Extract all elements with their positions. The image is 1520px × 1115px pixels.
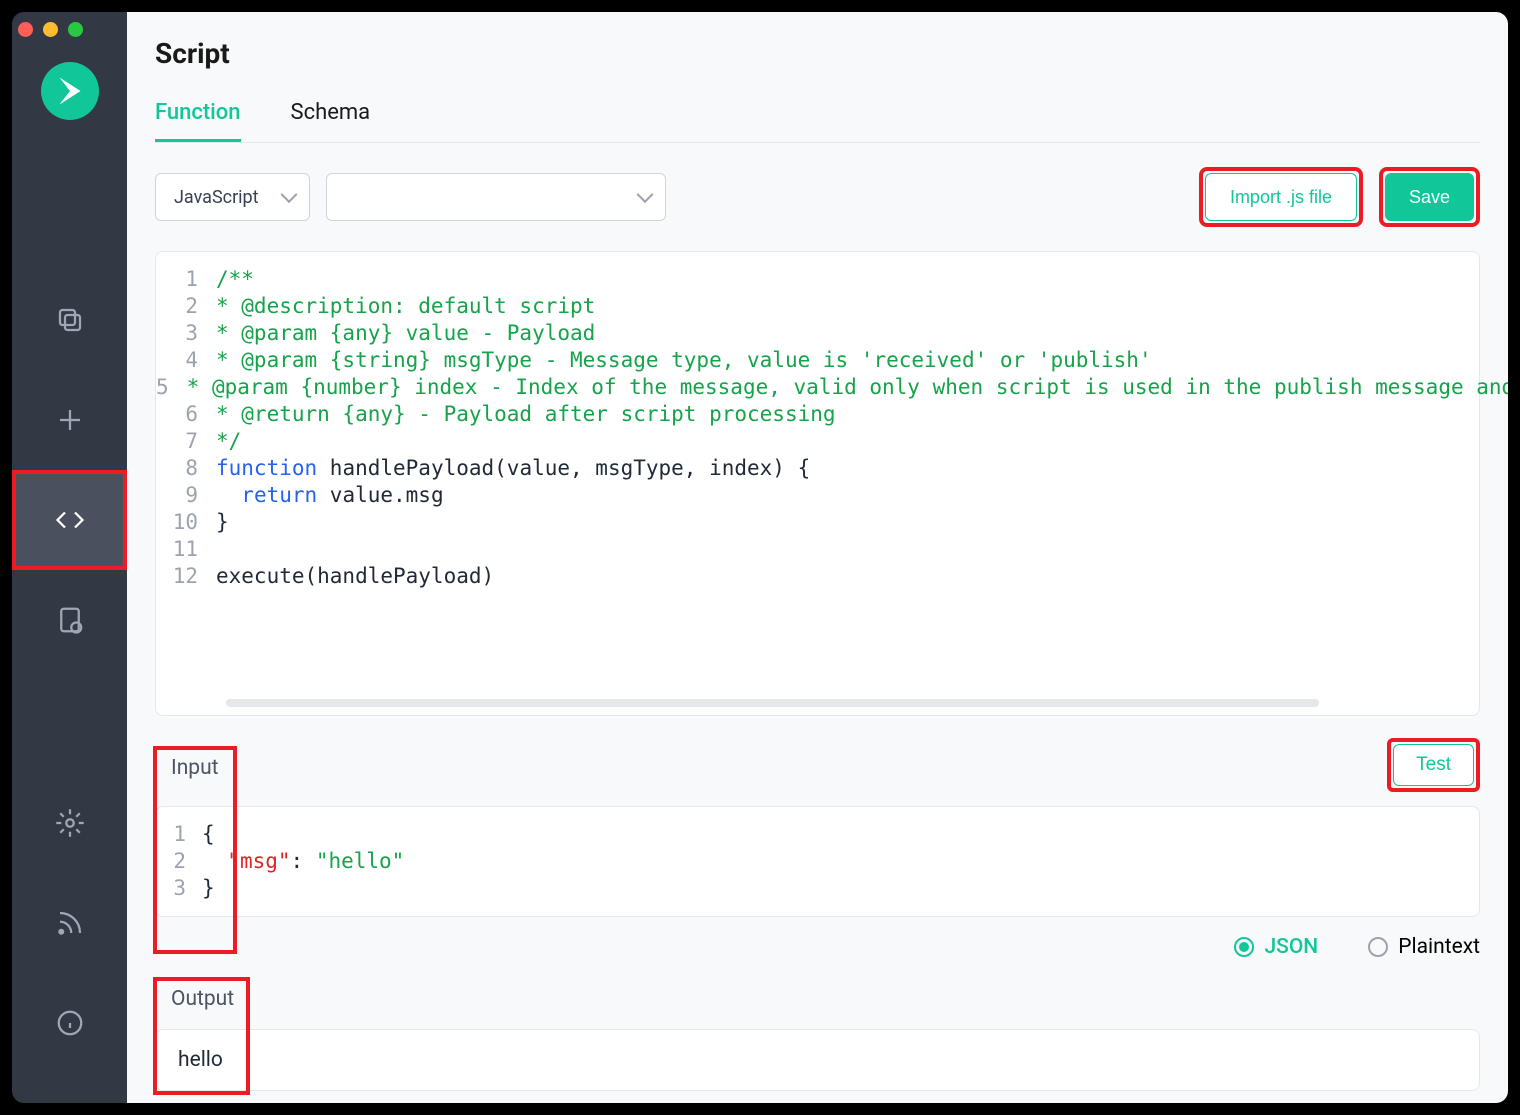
nav-script[interactable] (12, 470, 127, 570)
nav-connections[interactable] (12, 270, 127, 370)
code-editor[interactable]: 1/** 2* @description: default script 3* … (155, 251, 1480, 716)
nav-settings[interactable] (12, 773, 127, 873)
nav-info[interactable] (12, 973, 127, 1073)
radio-icon (1368, 937, 1388, 957)
plus-icon (55, 405, 85, 435)
format-json[interactable]: JSON (1234, 935, 1318, 959)
sidebar (12, 12, 127, 1103)
radio-icon (1234, 937, 1254, 957)
output-label: Output (157, 987, 234, 1011)
page-title: Script (155, 37, 1480, 70)
app-logo (41, 62, 99, 120)
save-button[interactable]: Save (1385, 173, 1474, 221)
editor-scrollbar[interactable] (226, 699, 1319, 707)
format-plaintext[interactable]: Plaintext (1368, 935, 1480, 959)
language-select[interactable]: JavaScript (155, 173, 310, 221)
window-controls (18, 22, 83, 37)
language-select-value: JavaScript (174, 187, 259, 208)
import-button[interactable]: Import .js file (1205, 173, 1357, 221)
format-radio-group: JSON Plaintext (155, 935, 1480, 959)
gear-icon (55, 808, 85, 838)
tab-function[interactable]: Function (155, 100, 241, 142)
maximize-window[interactable] (68, 22, 83, 37)
close-window[interactable] (18, 22, 33, 37)
nav-new[interactable] (12, 370, 127, 470)
input-label: Input (157, 756, 219, 780)
toolbar: JavaScript Import .js file Save (155, 167, 1480, 227)
nav-feed[interactable] (12, 873, 127, 973)
code-icon (55, 505, 85, 535)
test-button[interactable]: Test (1393, 744, 1474, 786)
info-icon (55, 1008, 85, 1038)
rss-icon (55, 908, 85, 938)
tab-schema[interactable]: Schema (291, 100, 371, 142)
document-icon (55, 605, 85, 635)
output-box: hello (155, 1029, 1480, 1091)
tabs: Function Schema (155, 100, 1480, 143)
input-editor[interactable]: 1{ 2 "msg": "hello" 3} (155, 806, 1480, 917)
minimize-window[interactable] (43, 22, 58, 37)
nav-log[interactable] (12, 570, 127, 670)
script-select[interactable] (326, 173, 666, 221)
main-content: Script Function Schema JavaScript Import… (127, 12, 1508, 1103)
copy-icon (55, 305, 85, 335)
